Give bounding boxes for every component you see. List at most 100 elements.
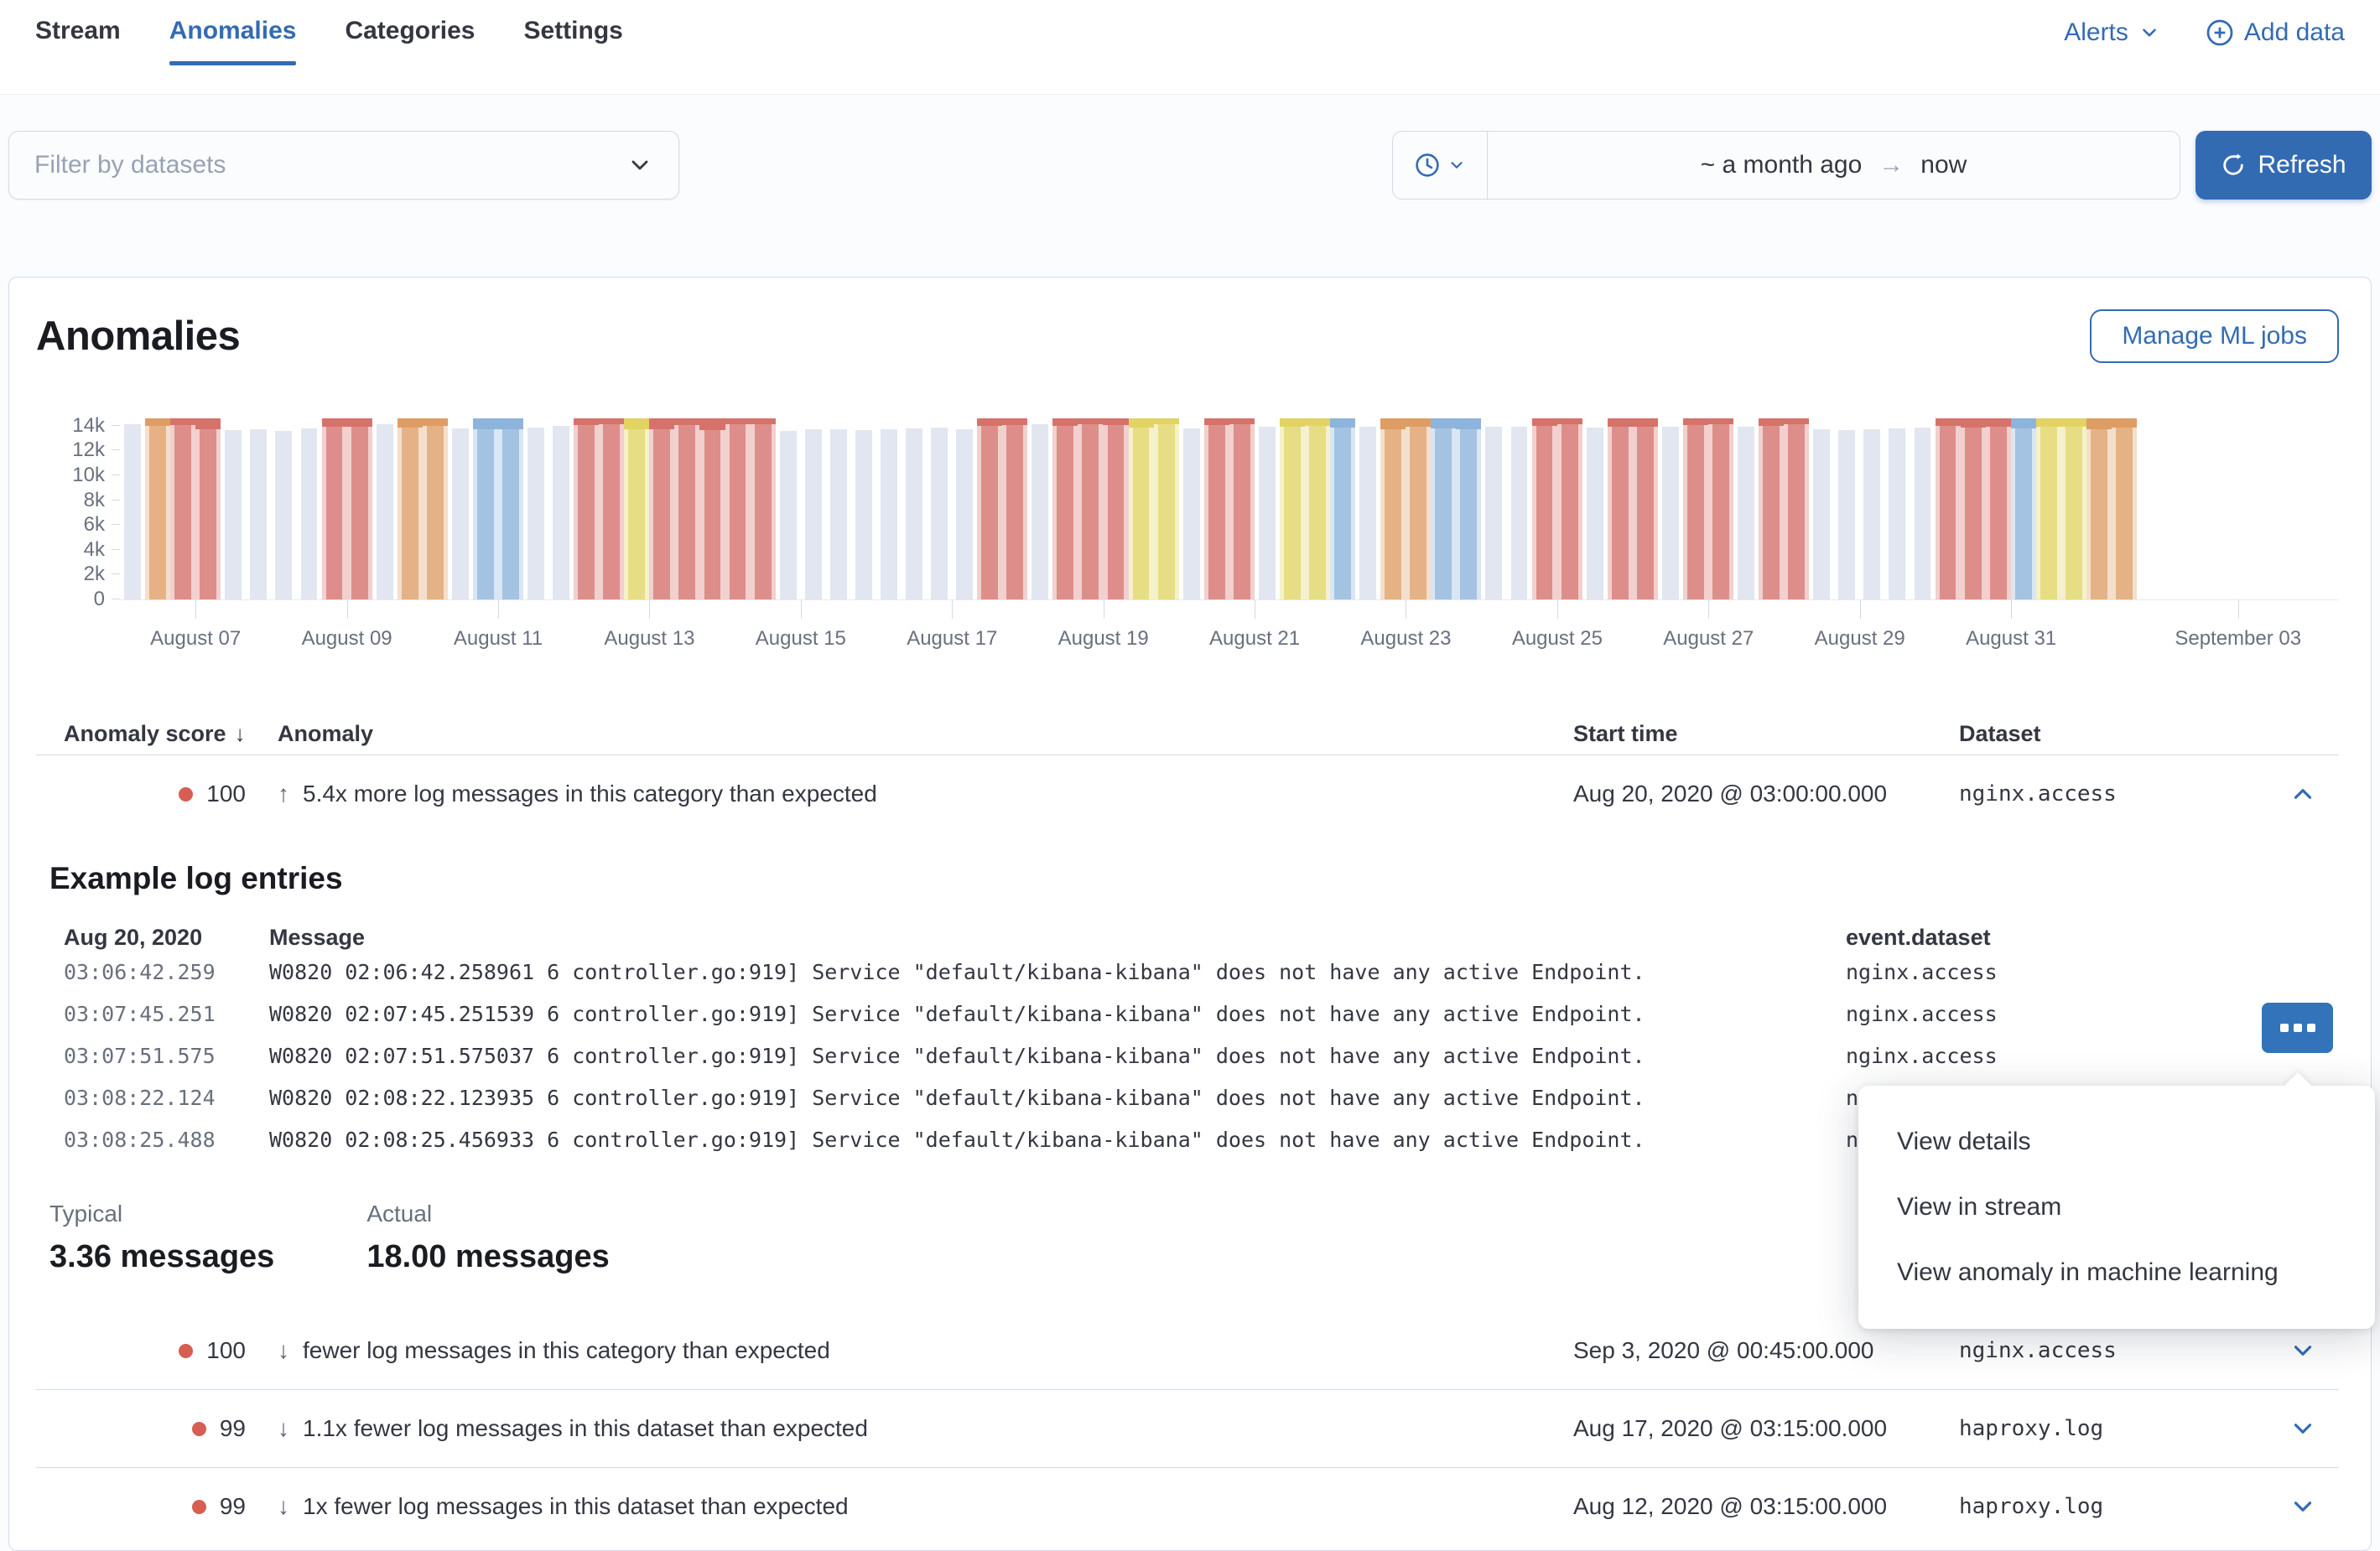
chart-bar[interactable]	[195, 418, 221, 599]
log-entry-row[interactable]: 03:07:51.575W0820 02:07:51.575037 6 cont…	[49, 1035, 2339, 1076]
chart-bar[interactable]	[1859, 418, 1884, 599]
menu-item-view-in-stream[interactable]: View in stream	[1858, 1175, 2375, 1240]
chart-bar[interactable]	[548, 418, 574, 599]
chart-bar[interactable]	[1052, 418, 1078, 599]
chart-bar[interactable]	[1936, 418, 1961, 599]
chart-bar[interactable]	[423, 418, 448, 599]
chart-bar[interactable]	[322, 418, 347, 599]
chart-bar[interactable]	[574, 418, 599, 599]
chart-bar[interactable]	[473, 418, 498, 599]
chart-bar[interactable]	[876, 418, 902, 599]
chart-bar[interactable]	[246, 418, 271, 599]
chart-bar[interactable]	[1532, 418, 1557, 599]
chart-bar[interactable]	[1280, 418, 1305, 599]
chart-bar[interactable]	[145, 418, 170, 599]
chart-bar[interactable]	[801, 418, 826, 599]
chart-bar[interactable]	[1431, 418, 1456, 599]
chart-bar[interactable]	[1759, 418, 1784, 599]
chart-bar[interactable]	[347, 418, 372, 599]
chart-bar[interactable]	[624, 418, 649, 599]
chart-bar[interactable]	[2011, 418, 2036, 599]
tab-categories[interactable]: Categories	[345, 17, 475, 64]
chart-bar[interactable]	[296, 418, 321, 599]
chart-bar[interactable]	[1784, 418, 1809, 599]
chart-bar[interactable]	[1456, 418, 1481, 599]
chart-bar[interactable]	[1103, 418, 1128, 599]
chart-bar[interactable]	[1708, 418, 1733, 599]
chart-bar[interactable]	[1809, 418, 1834, 599]
chart-bar[interactable]	[1557, 418, 1582, 599]
chart-bar[interactable]	[1884, 418, 1910, 599]
chart-bar[interactable]	[699, 418, 725, 599]
chart-bar[interactable]	[1481, 418, 1506, 599]
chart-bar[interactable]	[776, 418, 801, 599]
chart-bar[interactable]	[851, 418, 876, 599]
chart-bar[interactable]	[751, 418, 776, 599]
date-range-display[interactable]: ~ a month ago → now	[1488, 132, 2180, 199]
chart-bar[interactable]	[1910, 418, 1935, 599]
expand-row-button[interactable]	[2267, 1336, 2339, 1365]
chart-bar[interactable]	[1255, 418, 1280, 599]
add-data-button[interactable]: Add data	[2206, 18, 2345, 47]
chart-bar[interactable]	[927, 418, 952, 599]
manage-ml-jobs-button[interactable]: Manage ML jobs	[2090, 309, 2339, 363]
expand-row-button[interactable]	[2267, 1492, 2339, 1521]
chart-bar[interactable]	[498, 418, 523, 599]
chart-bar[interactable]	[2036, 418, 2061, 599]
chart-bar[interactable]	[1355, 418, 1380, 599]
expand-row-button[interactable]	[2267, 1414, 2339, 1443]
chart-bar[interactable]	[1027, 418, 1052, 599]
chart-bar[interactable]	[1305, 418, 1330, 599]
chart-bar[interactable]	[725, 418, 751, 599]
chart-bar[interactable]	[1658, 418, 1683, 599]
menu-item-view-anomaly-in-machine-learning[interactable]: View anomaly in machine learning	[1858, 1240, 2375, 1305]
chart-bar[interactable]	[902, 418, 927, 599]
chart-bar[interactable]	[221, 418, 246, 599]
chart-bar[interactable]	[674, 418, 699, 599]
chart-bar[interactable]	[649, 418, 674, 599]
chart-bar[interactable]	[599, 418, 624, 599]
chart-bar[interactable]	[1204, 418, 1229, 599]
log-entry-actions-button[interactable]	[2262, 1003, 2333, 1053]
tab-settings[interactable]: Settings	[524, 17, 623, 64]
chart-bar[interactable]	[1406, 418, 1431, 599]
column-header-anomaly-score[interactable]: Anomaly score ↓	[36, 721, 246, 747]
chart-bar[interactable]	[1002, 418, 1027, 599]
chart-bar[interactable]	[952, 418, 977, 599]
chart-bar[interactable]	[1380, 418, 1406, 599]
chart-bar[interactable]	[2086, 418, 2112, 599]
collapse-row-button[interactable]	[2267, 780, 2339, 808]
chart-bar[interactable]	[1834, 418, 1859, 599]
chart-plot-area[interactable]	[120, 418, 2339, 599]
chart-bar[interactable]	[1229, 418, 1255, 599]
dataset-filter-select[interactable]: Filter by datasets	[8, 131, 679, 200]
chart-bar[interactable]	[2112, 418, 2137, 599]
chart-bar[interactable]	[2061, 418, 2086, 599]
chart-bar[interactable]	[1330, 418, 1355, 599]
chart-bar[interactable]	[1179, 418, 1204, 599]
chart-bar[interactable]	[271, 418, 296, 599]
chart-bar[interactable]	[1733, 418, 1759, 599]
chart-bar[interactable]	[398, 418, 423, 599]
chart-bar[interactable]	[1129, 418, 1154, 599]
log-entry-row[interactable]: 03:06:42.259W0820 02:06:42.258961 6 cont…	[49, 951, 2339, 993]
chart-bar[interactable]	[977, 418, 1002, 599]
tab-anomalies[interactable]: Anomalies	[169, 17, 297, 64]
chart-bar[interactable]	[1582, 418, 1608, 599]
tab-stream[interactable]: Stream	[35, 17, 121, 64]
chart-bar[interactable]	[1078, 418, 1103, 599]
chart-bar[interactable]	[448, 418, 473, 599]
chart-bar[interactable]	[1608, 418, 1633, 599]
chart-bar[interactable]	[1154, 418, 1179, 599]
chart-bar[interactable]	[1683, 418, 1708, 599]
refresh-button[interactable]: Refresh	[2196, 131, 2372, 200]
chart-bar[interactable]	[1986, 418, 2011, 599]
chart-bar[interactable]	[372, 418, 398, 599]
chart-bar[interactable]	[170, 418, 195, 599]
date-quick-select-button[interactable]	[1393, 132, 1488, 199]
date-range-start[interactable]: ~ a month ago	[1701, 151, 1863, 179]
log-entry-row[interactable]: 03:07:45.251W0820 02:07:45.251539 6 cont…	[49, 993, 2339, 1035]
chart-bar[interactable]	[1506, 418, 1531, 599]
chart-bar[interactable]	[1633, 418, 1658, 599]
chart-bar[interactable]	[826, 418, 851, 599]
